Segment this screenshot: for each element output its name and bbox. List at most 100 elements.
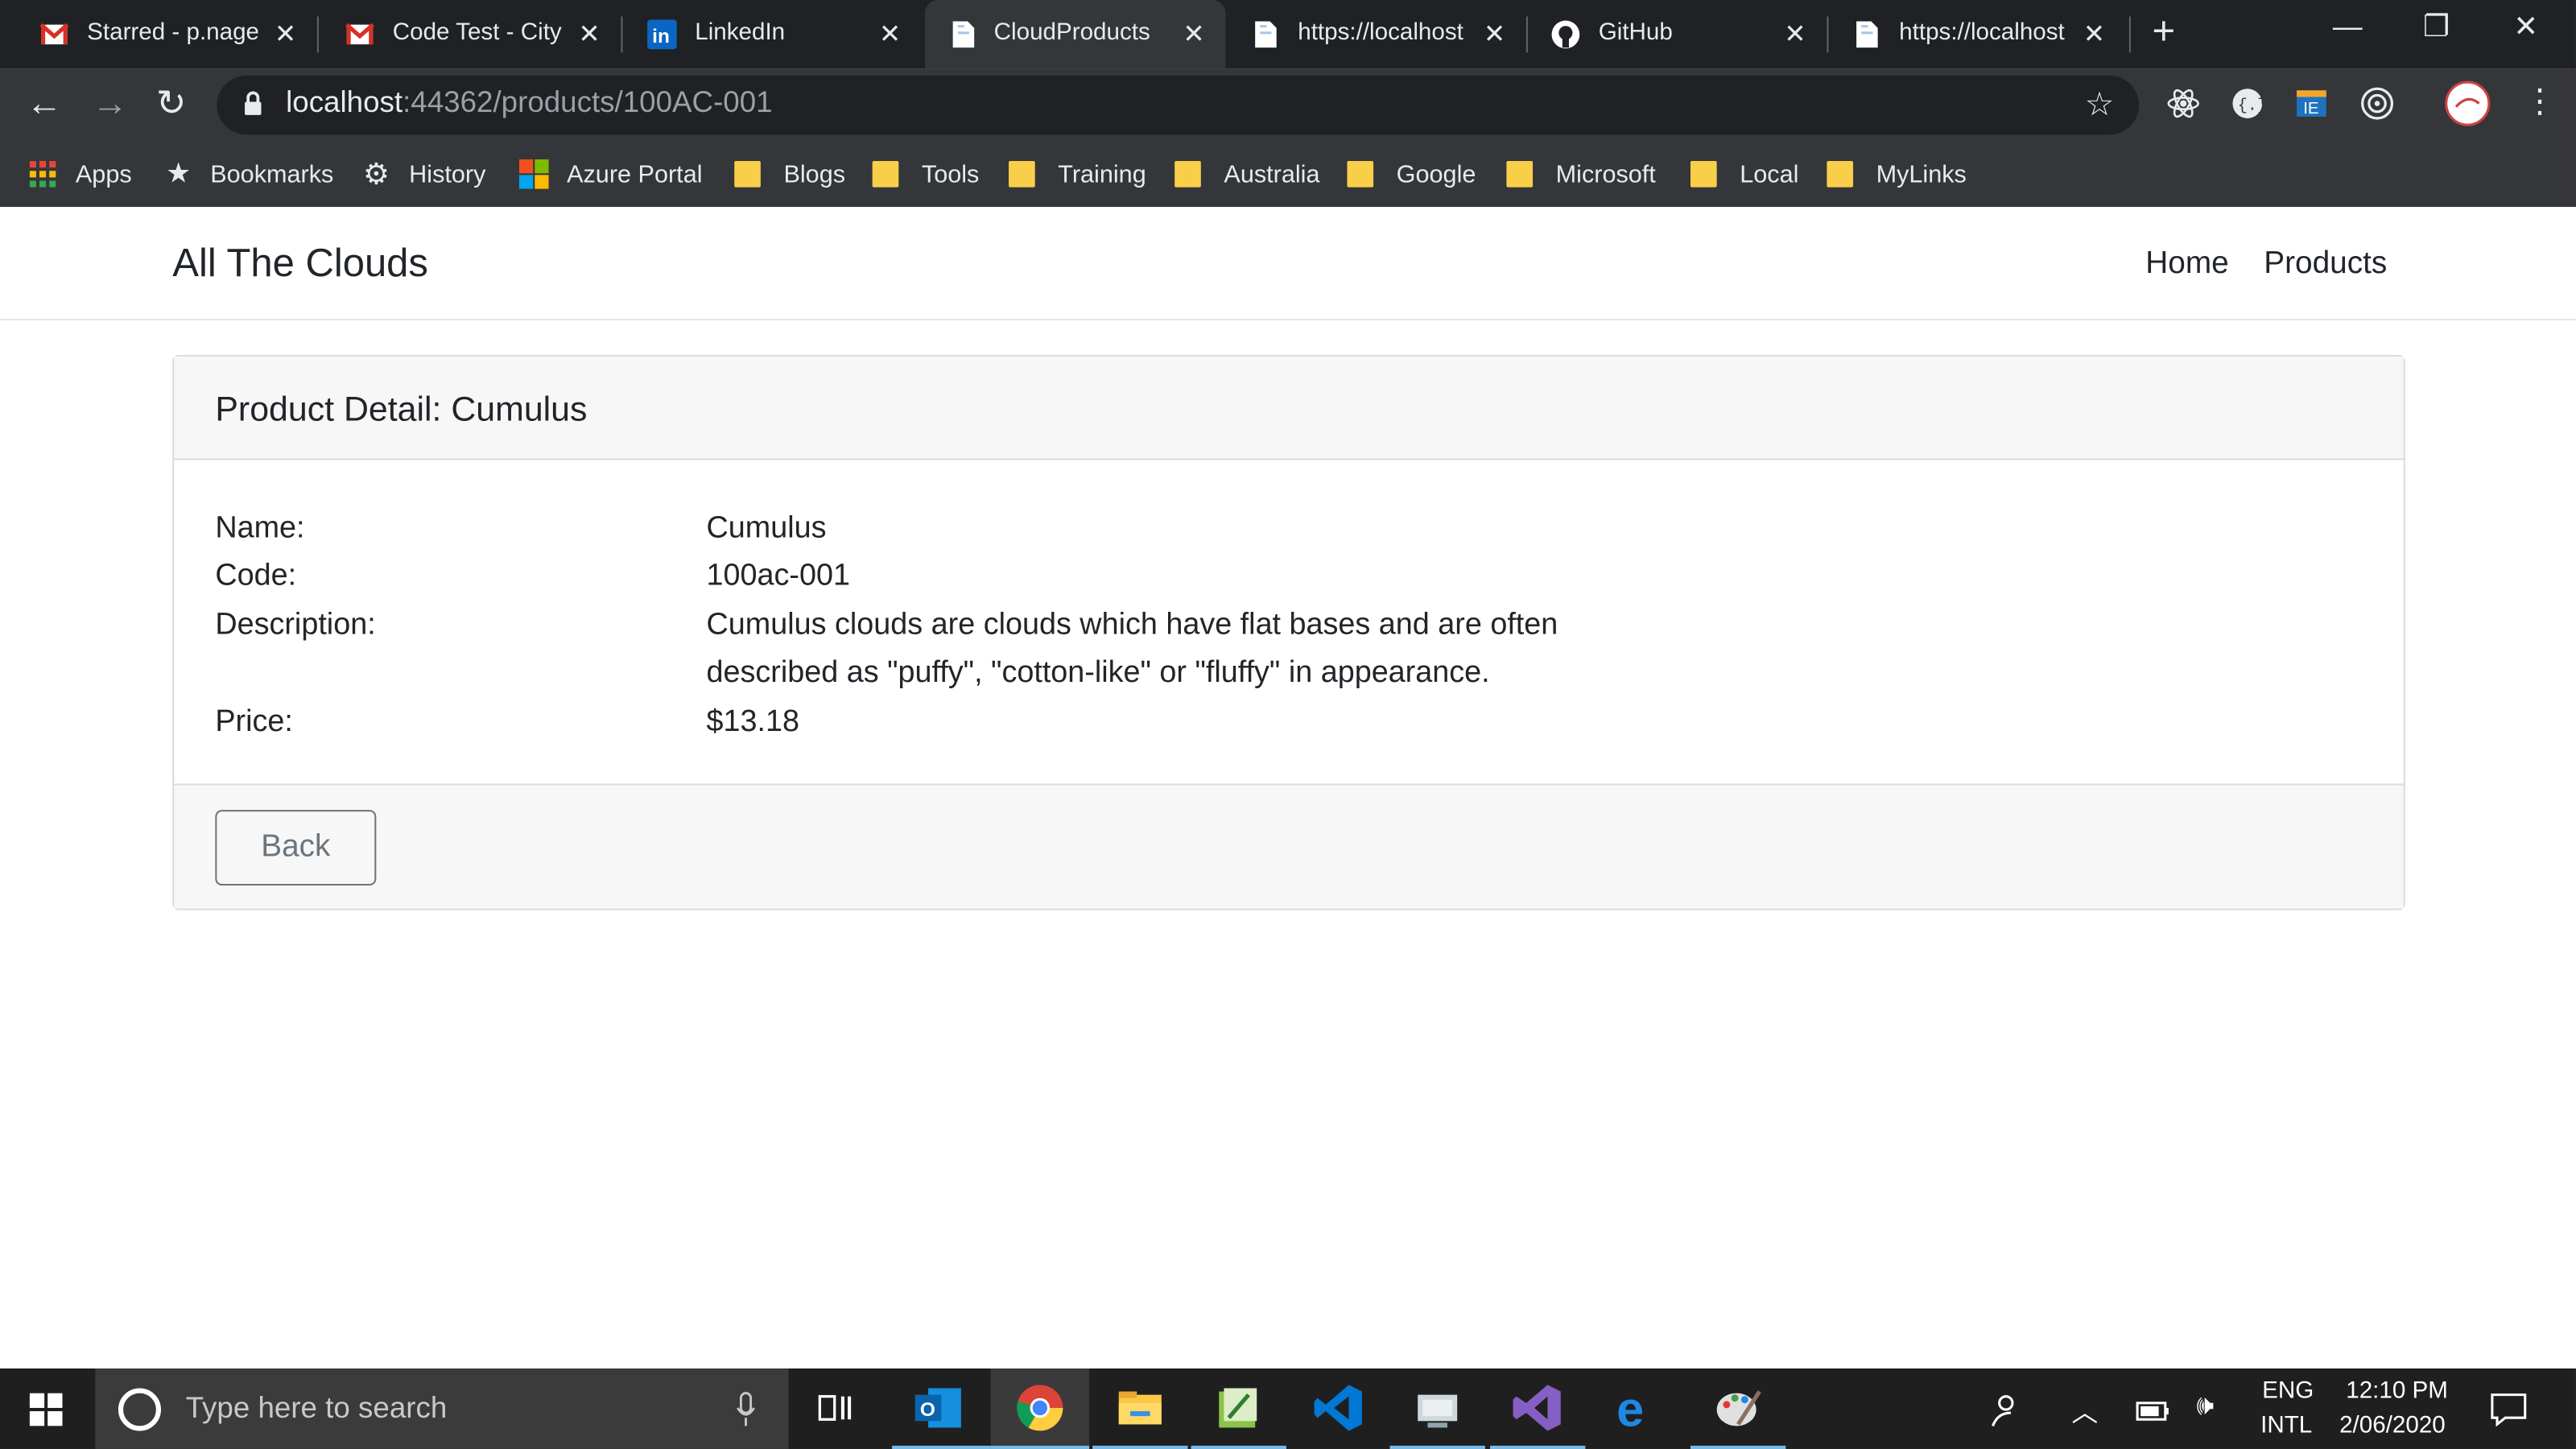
bookmark-blogs[interactable]: Blogs — [734, 155, 845, 194]
edge-icon[interactable]: e — [1612, 1381, 1664, 1434]
folder-icon — [1506, 160, 1534, 188]
active-indicator — [1389, 1445, 1485, 1449]
menu-kebab-icon[interactable]: ⋮ — [2524, 84, 2557, 120]
tab-localhost-1[interactable]: https://localhost ✕ — [1211, 0, 1520, 69]
site-brand[interactable]: All The Clouds — [172, 242, 428, 287]
target-extension-icon[interactable] — [2359, 85, 2396, 122]
bookmark-history[interactable]: ⚙ History — [363, 155, 485, 194]
clock-time[interactable]: 12:10 PM — [2346, 1378, 2448, 1405]
url-text[interactable]: localhost:44362/products/100AC-001 — [286, 85, 773, 120]
code-value: 100ac-001 — [706, 556, 850, 592]
cortana-icon[interactable] — [118, 1388, 161, 1431]
notification-center-icon[interactable] — [2489, 1392, 2529, 1428]
close-icon[interactable]: ✕ — [578, 18, 600, 51]
language-code[interactable]: ENG — [2262, 1378, 2314, 1405]
close-icon[interactable]: ✕ — [1784, 18, 1806, 51]
svg-text:{.}: {.} — [2238, 97, 2266, 116]
tab-linkedin[interactable]: in LinkedIn ✕ — [608, 0, 920, 69]
minimize-icon[interactable]: — — [2333, 10, 2363, 44]
bookmark-label: Bookmarks — [210, 159, 334, 188]
nav-products-link[interactable]: Products — [2264, 246, 2387, 283]
bookmark-tools[interactable]: Tools — [872, 155, 980, 194]
bookmark-azure-portal[interactable]: Azure Portal — [518, 155, 703, 194]
tab-github[interactable]: GitHub ✕ — [1512, 0, 1821, 69]
folder-icon — [734, 160, 761, 188]
close-icon[interactable]: ✕ — [275, 18, 296, 51]
clock-date[interactable]: 2/06/2020 — [2339, 1413, 2446, 1439]
folder-icon — [872, 160, 899, 188]
forward-arrow-icon[interactable]: → — [92, 85, 128, 122]
bookmark-star-icon[interactable]: ☆ — [2085, 84, 2115, 125]
folder-icon — [1347, 160, 1374, 188]
window-close-icon[interactable]: ✕ — [2513, 10, 2538, 44]
restore-icon[interactable]: ❐ — [2423, 10, 2450, 44]
close-icon[interactable]: ✕ — [879, 18, 901, 51]
bookmark-local[interactable]: Local — [1690, 155, 1798, 194]
bookmark-bookmarks[interactable]: ★ Bookmarks — [166, 155, 333, 194]
nav-home-link[interactable]: Home — [2145, 246, 2228, 283]
file-explorer-icon[interactable] — [1114, 1381, 1166, 1434]
folder-icon — [1690, 160, 1717, 188]
product-detail-card: Product Detail: Cumulus Name: Cumulus Co… — [172, 354, 2405, 910]
svg-text:IE: IE — [2303, 100, 2318, 118]
tab-localhost-2[interactable]: https://localhost ✕ — [1812, 0, 2124, 69]
url-path: :44362/products/100AC-001 — [402, 85, 773, 118]
card-footer: Back — [174, 783, 2404, 909]
windows-start-icon[interactable] — [29, 1393, 63, 1426]
notepad-plus-icon[interactable] — [1212, 1381, 1265, 1434]
close-icon[interactable]: ✕ — [1183, 18, 1204, 51]
react-devtools-icon[interactable] — [2165, 85, 2202, 122]
bookmark-apps[interactable]: Apps — [29, 155, 132, 194]
folder-icon — [1827, 160, 1854, 188]
paint-icon[interactable] — [1712, 1381, 1765, 1434]
visual-studio-icon[interactable] — [1512, 1381, 1564, 1434]
star-icon: ★ — [166, 157, 192, 189]
battery-icon[interactable] — [2132, 1393, 2172, 1426]
tab-title: LinkedIn — [695, 19, 786, 47]
bookmark-training[interactable]: Training — [1009, 155, 1146, 194]
tab-code-test[interactable]: Code Test - City ✕ — [306, 0, 615, 69]
bookmark-label: Apps — [75, 159, 132, 188]
tab-gmail-starred[interactable]: Starred - p.nage ✕ — [0, 0, 309, 69]
tab-cloudproducts[interactable]: CloudProducts ✕ — [924, 0, 1226, 69]
search-placeholder: Type here to search — [185, 1391, 448, 1425]
json-viewer-icon[interactable]: {.} — [2229, 85, 2265, 122]
volume-icon[interactable]: 🕪 — [2197, 1390, 2215, 1423]
vscode-icon[interactable] — [1313, 1381, 1365, 1434]
svg-text:in: in — [652, 26, 670, 47]
close-icon[interactable]: ✕ — [2083, 18, 2105, 51]
microphone-icon[interactable] — [736, 1392, 755, 1428]
chevron-up-icon[interactable]: ︿ — [2071, 1390, 2098, 1430]
active-indicator — [892, 1445, 991, 1449]
bookmark-mylinks[interactable]: MyLinks — [1827, 155, 1967, 194]
remote-desktop-icon[interactable] — [1411, 1381, 1463, 1434]
keyboard-layout[interactable]: INTL — [2260, 1413, 2312, 1439]
outlook-icon[interactable]: O — [912, 1381, 964, 1434]
lock-icon[interactable] — [243, 90, 262, 117]
svg-text:e: e — [1616, 1381, 1644, 1434]
task-view-icon[interactable] — [813, 1381, 859, 1434]
ie-tab-icon[interactable]: IE — [2293, 85, 2330, 122]
apps-grid-icon — [29, 160, 56, 188]
back-arrow-icon[interactable]: ← — [27, 85, 63, 122]
bookmark-label: Australia — [1224, 159, 1320, 188]
bookmark-microsoft[interactable]: Microsoft — [1506, 155, 1656, 194]
linkedin-icon: in — [647, 19, 677, 50]
page-icon — [1255, 21, 1277, 48]
bookmark-australia[interactable]: Australia — [1174, 155, 1319, 194]
tab-strip: Starred - p.nage ✕ Code Test - City ✕ in… — [0, 0, 2576, 69]
active-indicator — [1191, 1445, 1286, 1449]
new-tab-button[interactable]: + — [2152, 10, 2175, 56]
bookmark-label: Tools — [921, 159, 980, 188]
back-button[interactable]: Back — [215, 810, 377, 886]
people-icon[interactable] — [1984, 1390, 2024, 1430]
reload-icon[interactable]: ↻ — [156, 85, 187, 122]
bookmark-google[interactable]: Google — [1347, 155, 1476, 194]
chrome-icon[interactable] — [1013, 1381, 1066, 1434]
price-label: Price: — [215, 703, 293, 738]
page-title: Product Detail: Cumulus — [215, 390, 588, 429]
active-indicator — [1490, 1445, 1586, 1449]
close-icon[interactable]: ✕ — [1484, 18, 1505, 51]
tab-divider — [2128, 16, 2131, 53]
profile-avatar[interactable] — [2445, 80, 2491, 126]
